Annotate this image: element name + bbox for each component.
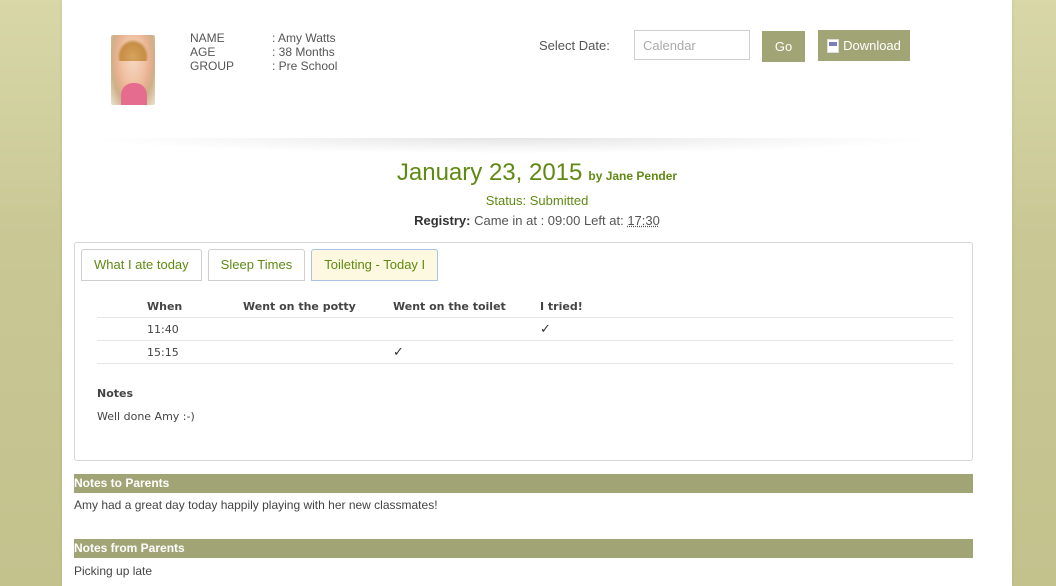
notes-to-parents-text: Amy had a great day today happily playin… xyxy=(74,498,438,512)
child-photo xyxy=(111,35,155,105)
tab-bar: What I ate today Sleep Times Toileting -… xyxy=(81,249,439,281)
header-divider xyxy=(82,138,942,154)
col-toilet: Went on the toilet xyxy=(393,295,540,318)
row-time: 15:15 xyxy=(97,340,243,364)
download-label: Download xyxy=(843,38,901,53)
registry-label: Registry: xyxy=(414,213,471,228)
row-potty xyxy=(243,317,393,341)
report-author: by Jane Pender xyxy=(588,169,678,183)
report-title: January 23, 2015 by Jane Pender xyxy=(62,159,1012,187)
tab-panel: What I ate today Sleep Times Toileting -… xyxy=(74,242,973,461)
row-toilet xyxy=(393,317,540,341)
name-value: : Amy Watts xyxy=(272,31,336,45)
age-value: : 38 Months xyxy=(272,45,335,59)
tab-sleep-times[interactable]: Sleep Times xyxy=(207,249,306,281)
row-toilet: ✓ xyxy=(393,340,540,364)
notes-text: Well done Amy :-) xyxy=(97,410,195,423)
notes-from-parents-text: Picking up late xyxy=(74,564,153,578)
registry-text: Came in at : 09:00 Left at: xyxy=(474,213,628,228)
registry-line: Registry: Came in at : 09:00 Left at: 17… xyxy=(62,213,1012,228)
col-when: When xyxy=(97,295,243,318)
name-label: NAME xyxy=(190,31,225,45)
main-page: NAME : Amy Watts AGE : 38 Months GROUP : Pr… xyxy=(62,0,1012,586)
row-time: 11:40 xyxy=(97,317,243,341)
select-date-label: Select Date: xyxy=(539,38,610,53)
row-potty xyxy=(243,340,393,364)
table-row: 15:15 ✓ xyxy=(97,340,953,364)
row-tried: ✓ xyxy=(540,317,953,341)
row-tried xyxy=(540,340,953,364)
date-input[interactable] xyxy=(634,30,750,60)
age-label: AGE xyxy=(190,45,216,59)
report-status: Status: Submitted xyxy=(485,193,589,208)
app-root: { "child": { "name_label": "NAME", "name… xyxy=(0,0,1056,586)
notes-to-parents-heading: Notes to Parents xyxy=(74,474,973,493)
go-button[interactable]: Go xyxy=(762,31,805,62)
notes-heading: Notes xyxy=(97,387,134,400)
col-tried: I tried! xyxy=(540,295,953,318)
report-date: January 23, 2015 xyxy=(396,159,583,186)
download-button[interactable]: Download xyxy=(818,30,910,61)
left-time: 17:30 xyxy=(627,213,660,228)
tab-toileting[interactable]: Toileting - Today I xyxy=(311,249,439,281)
col-potty: Went on the potty xyxy=(243,295,393,318)
pdf-icon xyxy=(827,38,840,53)
tab-what-i-ate[interactable]: What I ate today xyxy=(81,249,202,281)
group-value: : Pre School xyxy=(272,59,338,73)
toileting-table: When Went on the potty Went on the toile… xyxy=(97,295,953,364)
child-info: NAME : Amy Watts AGE : 38 Months GROUP : Pr… xyxy=(190,31,337,73)
group-label: GROUP xyxy=(190,59,235,73)
table-header-row: When Went on the potty Went on the toile… xyxy=(97,295,953,318)
table-row: 11:40 ✓ xyxy=(97,317,953,341)
notes-from-parents-heading: Notes from Parents xyxy=(74,539,973,558)
